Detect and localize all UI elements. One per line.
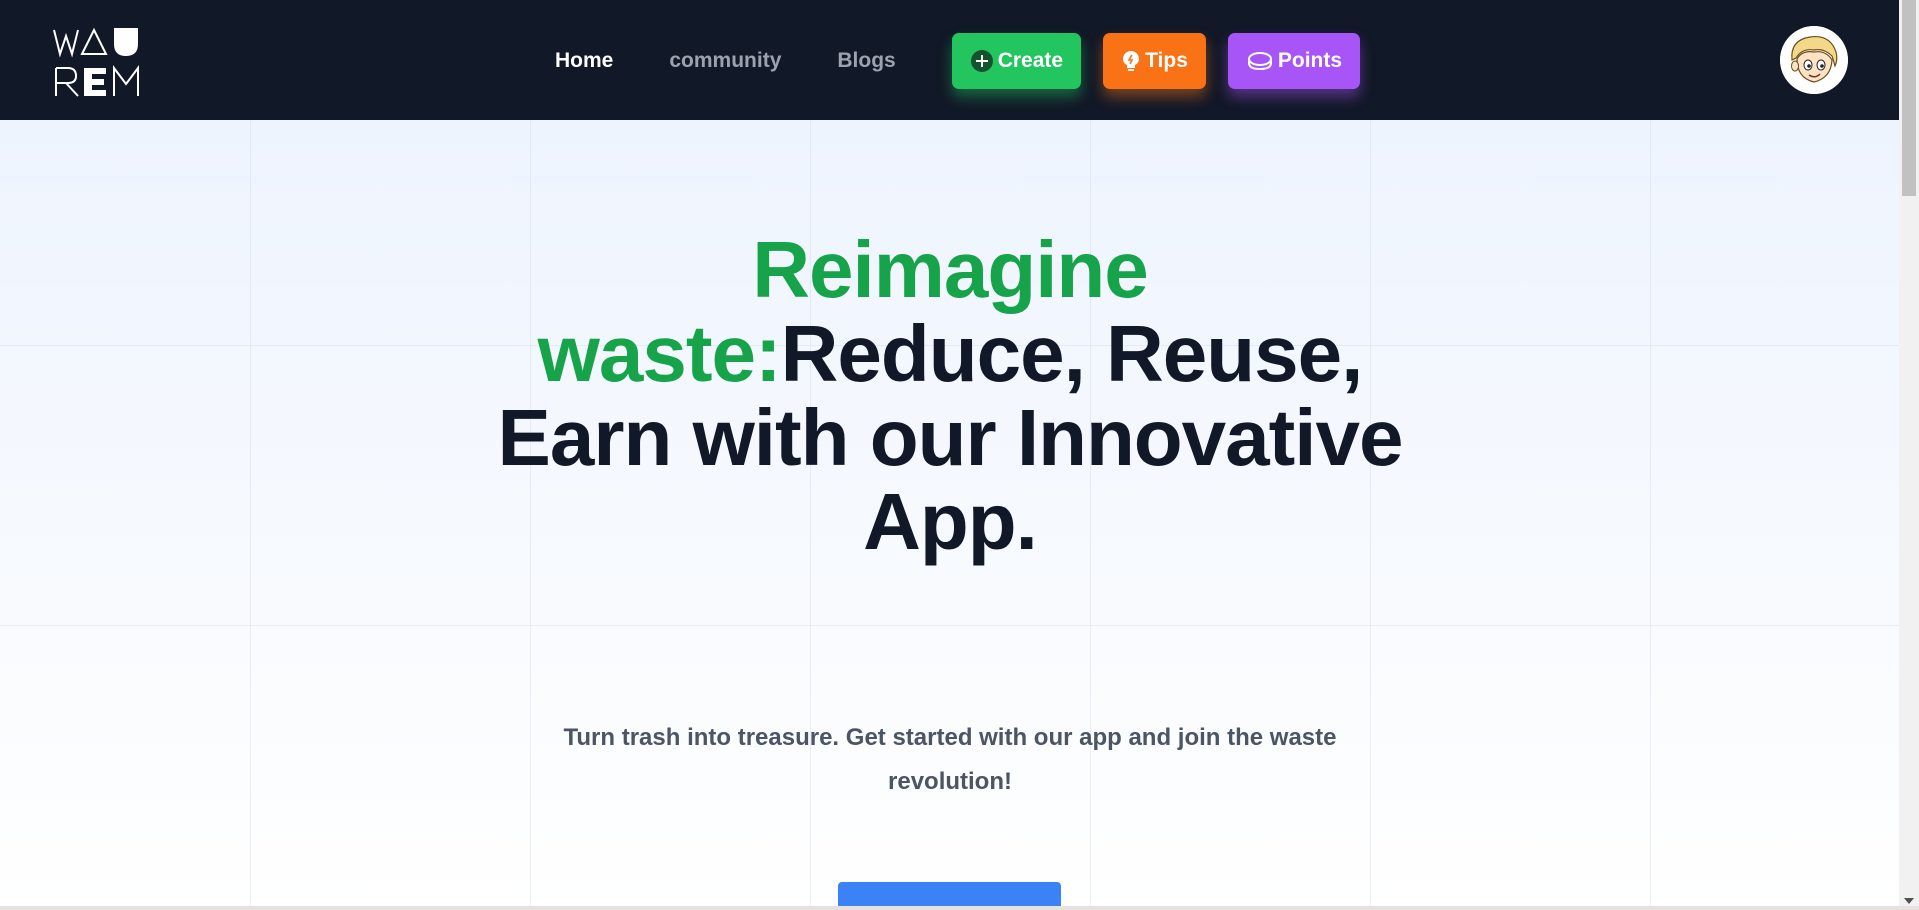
- nav-link-home[interactable]: Home: [555, 49, 613, 73]
- coin-icon: [1246, 49, 1274, 73]
- nav-menu: Home community Blogs Create Tips Points: [555, 33, 1382, 89]
- lightbulb-icon: [1121, 49, 1141, 73]
- points-button[interactable]: Points: [1227, 33, 1361, 89]
- plus-circle-icon: [970, 49, 994, 73]
- waurem-logo[interactable]: [52, 26, 142, 98]
- grid-line: [250, 120, 251, 910]
- tips-button[interactable]: Tips: [1103, 33, 1206, 89]
- user-avatar-icon: [1780, 26, 1848, 94]
- user-avatar[interactable]: [1780, 26, 1848, 94]
- window-bottom-edge: [0, 906, 1919, 910]
- hero-subtext: Turn trash into treasure. Get started wi…: [563, 724, 1337, 795]
- create-button[interactable]: Create: [951, 33, 1082, 89]
- scrollbar-thumb[interactable]: [1902, 0, 1916, 196]
- grid-line: [0, 625, 1899, 626]
- scroll-down-arrow-icon[interactable]: [1904, 898, 1914, 904]
- hero-headline: Reimagine waste:Reduce, Reuse, Earn with…: [470, 228, 1430, 564]
- grid-line: [1650, 120, 1651, 910]
- page-scrollbar[interactable]: [1899, 0, 1919, 910]
- points-button-label: Points: [1277, 49, 1343, 72]
- top-navbar: Home community Blogs Create Tips Points: [0, 0, 1899, 120]
- create-button-label: Create: [997, 49, 1064, 72]
- nav-link-blogs[interactable]: Blogs: [837, 49, 895, 73]
- tips-button-label: Tips: [1145, 49, 1188, 72]
- browser-viewport: Home community Blogs Create Tips Points …: [0, 0, 1919, 910]
- nav-link-community[interactable]: community: [669, 49, 781, 73]
